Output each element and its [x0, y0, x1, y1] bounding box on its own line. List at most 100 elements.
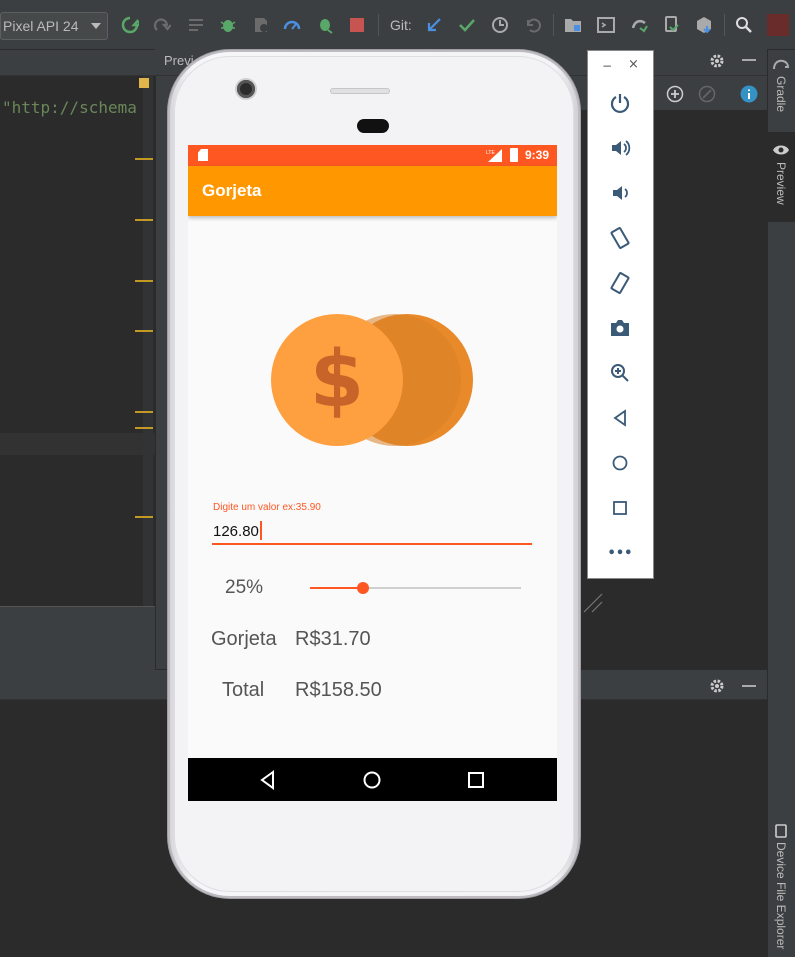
- warning-marker-icon[interactable]: [139, 78, 149, 88]
- camera-icon: [611, 320, 629, 336]
- ide-toolbar: Pixel API 24 Git:: [0, 0, 795, 50]
- device-selector-label: Pixel API 24: [3, 18, 79, 34]
- current-line-highlight: [0, 433, 155, 455]
- tab-preview-label: Preview: [774, 162, 788, 205]
- run-tests-icon[interactable]: [187, 16, 205, 34]
- disabled-zoom-icon[interactable]: [698, 85, 716, 103]
- resize-handle-icon[interactable]: [582, 592, 604, 614]
- gear-icon[interactable]: [708, 52, 726, 70]
- percent-slider[interactable]: [310, 582, 521, 594]
- apply-changes-icon[interactable]: [121, 16, 139, 34]
- overview-icon[interactable]: [465, 769, 487, 791]
- home-button[interactable]: [608, 451, 632, 475]
- rotate-left-button[interactable]: [608, 226, 632, 250]
- error-stripe-marker[interactable]: [135, 158, 153, 160]
- lte-label: LTE: [486, 150, 495, 156]
- error-stripe-marker[interactable]: [135, 427, 153, 429]
- sdk-manager-icon[interactable]: [695, 16, 713, 34]
- stop-icon[interactable]: [348, 16, 366, 34]
- git-rollback-icon[interactable]: [524, 16, 542, 34]
- back-icon[interactable]: [257, 769, 279, 791]
- power-button[interactable]: [608, 91, 632, 115]
- svg-text:$: $: [310, 335, 364, 425]
- zoom-icon: [611, 364, 629, 382]
- tab-gradle-label: Gradle: [774, 76, 788, 113]
- zoom-in-icon[interactable]: [666, 85, 684, 103]
- status-time: 9:39: [524, 148, 549, 162]
- tab-gradle[interactable]: Gradle: [767, 50, 795, 130]
- error-stripe-marker[interactable]: [135, 280, 153, 282]
- info-icon[interactable]: [740, 85, 758, 103]
- emulator-minimize-button[interactable]: −: [602, 59, 612, 73]
- user-avatar[interactable]: [767, 14, 789, 36]
- tip-value: R$31.70: [295, 628, 371, 650]
- git-commit-icon[interactable]: [458, 16, 476, 34]
- code-line: "http://schema: [2, 98, 137, 117]
- search-icon[interactable]: [735, 16, 753, 34]
- attach-debugger-icon[interactable]: [316, 16, 334, 34]
- git-history-icon[interactable]: [491, 16, 509, 34]
- earpiece-speaker: [330, 88, 390, 94]
- rotate-right-button[interactable]: [608, 271, 632, 295]
- gear-icon[interactable]: [708, 677, 726, 695]
- git-update-icon[interactable]: [425, 16, 443, 34]
- zoom-button[interactable]: [608, 361, 632, 385]
- error-stripe-marker[interactable]: [135, 219, 153, 221]
- power-icon: [610, 94, 630, 114]
- avd-manager-icon[interactable]: [662, 16, 680, 34]
- tab-preview[interactable]: Preview: [767, 132, 795, 222]
- tab-device-file-explorer[interactable]: Device File Explorer: [767, 818, 795, 957]
- total-value: R$158.50: [295, 679, 382, 701]
- device-selector[interactable]: Pixel API 24: [0, 12, 108, 40]
- minimize-icon[interactable]: [742, 59, 756, 61]
- volume-down-button[interactable]: [608, 181, 632, 205]
- toolbar-separator: [724, 14, 725, 36]
- overview-button[interactable]: [608, 496, 632, 520]
- minimize-icon[interactable]: [742, 685, 756, 687]
- front-camera: [237, 80, 255, 98]
- percent-label: 25%: [225, 577, 264, 598]
- tip-label: Gorjeta: [211, 628, 277, 650]
- sync-gradle-icon[interactable]: [630, 16, 648, 34]
- total-label: Total: [222, 679, 265, 701]
- git-label: Git:: [390, 17, 412, 33]
- profiler-icon[interactable]: [283, 16, 301, 34]
- text-caret: [260, 521, 262, 540]
- terminal-icon[interactable]: [597, 16, 615, 34]
- volume-up-button[interactable]: [608, 136, 632, 160]
- project-structure-icon[interactable]: [564, 16, 582, 34]
- proximity-sensor: [357, 119, 389, 133]
- back-button[interactable]: [608, 406, 632, 430]
- error-stripe-marker[interactable]: [135, 411, 153, 413]
- volume-down-icon: [613, 186, 628, 200]
- debug-icon[interactable]: [219, 16, 237, 34]
- navigation-bar: [188, 758, 557, 801]
- eye-icon: [773, 145, 789, 155]
- home-icon[interactable]: [361, 769, 383, 791]
- phone-icon: [775, 824, 787, 838]
- status-bar: LTE 9:39: [188, 145, 557, 166]
- app-bar: Gorjeta: [188, 166, 557, 216]
- toolbar-separator: [378, 14, 379, 36]
- toolbar-separator: [553, 14, 554, 36]
- battery-icon: [510, 148, 518, 162]
- coins-dollar-icon: $: [271, 314, 473, 446]
- overview-icon: [613, 501, 627, 515]
- screenshot-button[interactable]: [608, 316, 632, 340]
- app-title: Gorjeta: [202, 181, 262, 200]
- rotate-right-icon: [610, 272, 630, 294]
- emulator-controls-panel: − × •••: [587, 50, 654, 579]
- tab-device-file-explorer-label: Device File Explorer: [774, 842, 788, 950]
- error-stripe-marker[interactable]: [135, 516, 153, 518]
- editor-scroll-gutter[interactable]: [143, 76, 153, 616]
- emulator-close-button[interactable]: ×: [628, 57, 639, 72]
- slider-fill: [310, 587, 363, 589]
- coverage-icon[interactable]: [252, 16, 270, 34]
- error-stripe-marker[interactable]: [135, 330, 153, 332]
- apply-code-changes-icon[interactable]: [153, 16, 171, 34]
- more-button[interactable]: •••: [608, 541, 633, 565]
- editor-tab-bar: [0, 50, 155, 76]
- sd-card-icon: [198, 149, 208, 161]
- slider-thumb[interactable]: [356, 582, 369, 594]
- code-editor[interactable]: [0, 50, 155, 670]
